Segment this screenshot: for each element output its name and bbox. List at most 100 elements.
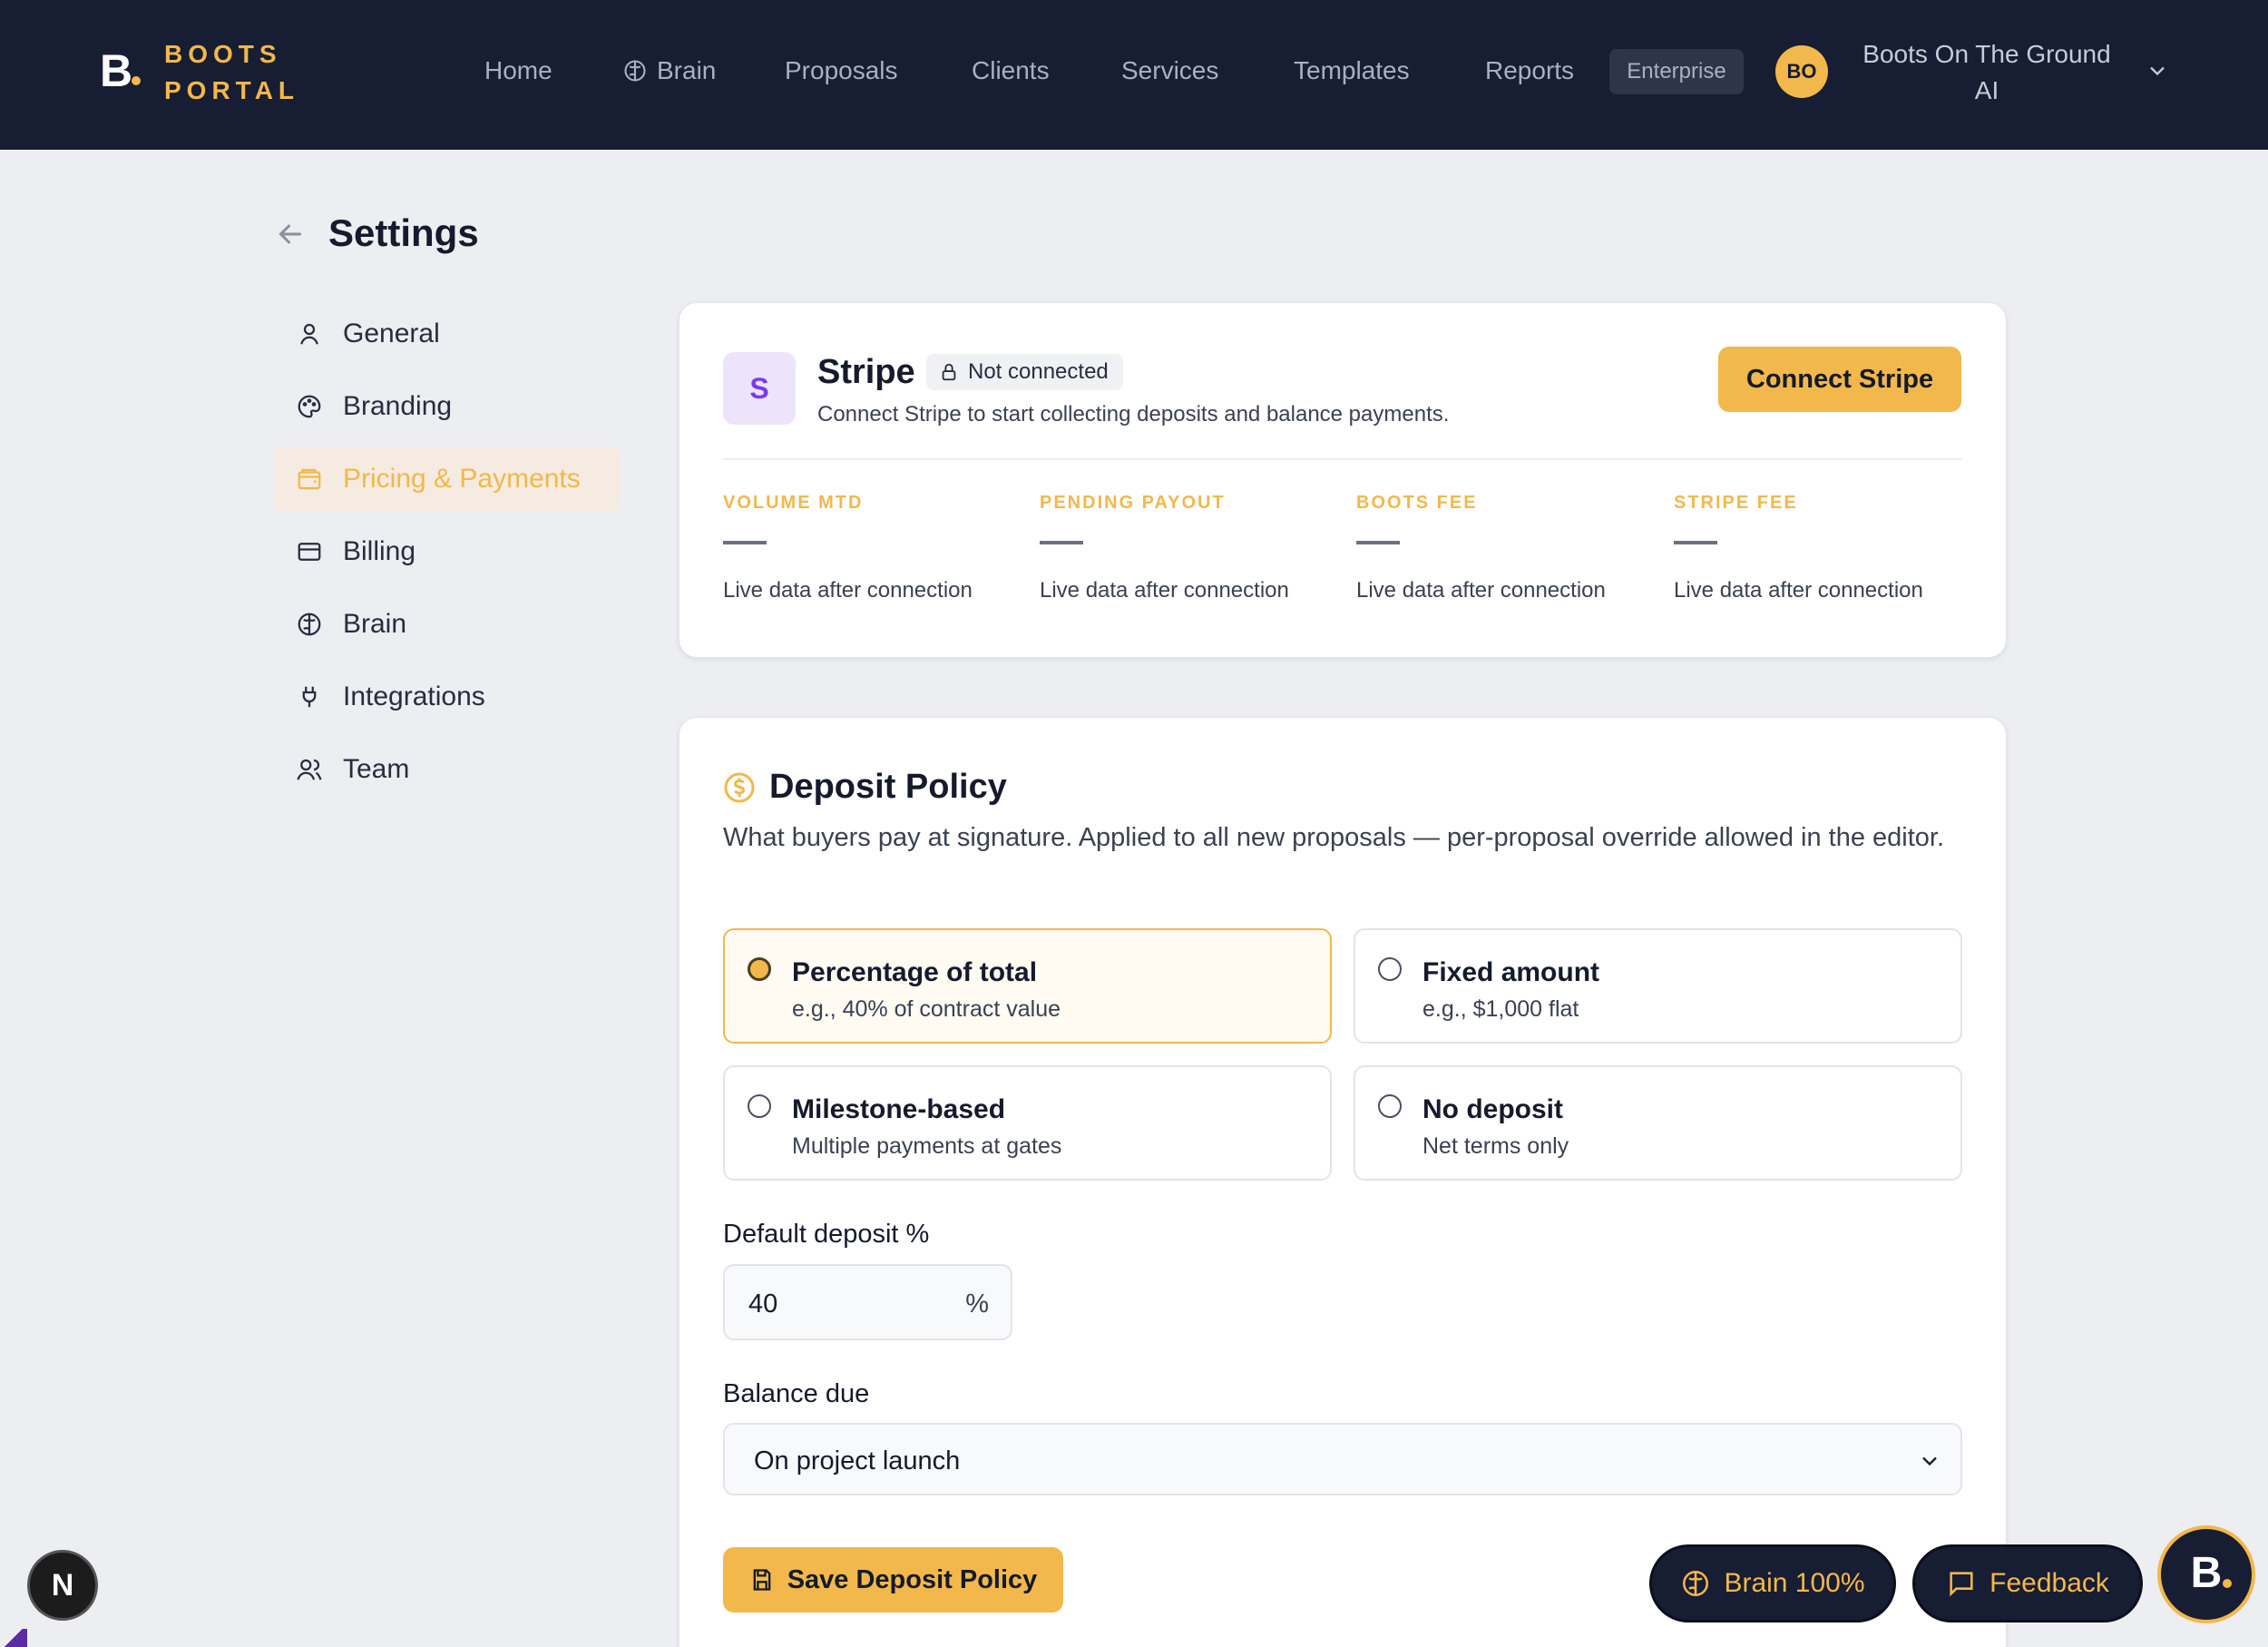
sidebar-item-label: Billing bbox=[343, 536, 416, 566]
nav-templates[interactable]: Templates bbox=[1294, 53, 1410, 89]
select-value: On project launch bbox=[754, 1446, 961, 1475]
deposit-policy-card bbox=[679, 717, 2007, 1647]
stat-value-placeholder bbox=[1040, 541, 1083, 544]
option-title: Milestone-based bbox=[792, 1094, 1006, 1124]
message-square-icon bbox=[1950, 1572, 1973, 1597]
brain-icon bbox=[298, 613, 321, 636]
feedback-button[interactable]: Feedback bbox=[1912, 1544, 2143, 1622]
option-fixed-amount[interactable]: Fixed amount e.g., $1,000 flat bbox=[1354, 928, 1962, 1044]
sidebar-item-label: Integrations bbox=[343, 681, 485, 711]
sidebar-item-label: Brain bbox=[343, 609, 407, 639]
radio-selected[interactable] bbox=[748, 957, 771, 981]
save-icon bbox=[753, 1569, 771, 1591]
chevron-down-icon[interactable] bbox=[2145, 58, 2170, 83]
brain-icon bbox=[1683, 1570, 1709, 1597]
nav-home-label: Home bbox=[484, 56, 552, 84]
sidebar-item-general[interactable]: General bbox=[274, 301, 621, 367]
option-milestone[interactable]: Milestone-based Multiple payments at gat… bbox=[723, 1065, 1332, 1181]
option-no-deposit[interactable]: No deposit Net terms only bbox=[1354, 1065, 1962, 1181]
option-sub: Multiple payments at gates bbox=[792, 1133, 1062, 1159]
balance-due-select[interactable]: On project launch bbox=[723, 1423, 1962, 1495]
default-deposit-input[interactable]: 40 % bbox=[723, 1264, 1012, 1340]
stripe-title: Stripe bbox=[817, 353, 915, 391]
corner-accent bbox=[0, 1629, 27, 1647]
logo-mark[interactable]: B bbox=[100, 42, 132, 100]
brain-icon bbox=[624, 60, 646, 82]
back-arrow-icon[interactable] bbox=[274, 218, 307, 250]
logo-line-1: BOOTS bbox=[164, 40, 282, 68]
stat-sub: Live data after connection bbox=[1674, 578, 1923, 603]
stat-label: VOLUME MTD bbox=[723, 493, 864, 513]
brain-status-button[interactable]: Brain 100% bbox=[1649, 1544, 1896, 1622]
nav-templates-label: Templates bbox=[1294, 56, 1410, 84]
nav-services-label: Services bbox=[1121, 56, 1219, 84]
user-icon bbox=[300, 323, 318, 345]
nav-proposals[interactable]: Proposals bbox=[785, 53, 898, 89]
connect-stripe-button[interactable]: Connect Stripe bbox=[1718, 347, 1961, 412]
stat-stripe-fee: STRIPE FEE Live data after connection bbox=[1674, 490, 1964, 606]
stat-value-placeholder bbox=[1674, 541, 1717, 544]
sidebar-item-team[interactable]: Team bbox=[274, 737, 621, 802]
stat-label: STRIPE FEE bbox=[1674, 493, 1798, 513]
option-title: Fixed amount bbox=[1422, 957, 1600, 987]
nav-brain[interactable]: Brain bbox=[622, 53, 716, 89]
input-suffix: % bbox=[965, 1289, 989, 1319]
input-value: 40 bbox=[748, 1289, 778, 1319]
option-title: Percentage of total bbox=[792, 957, 1038, 987]
nav-home[interactable]: Home bbox=[484, 53, 552, 89]
stat-sub: Live data after connection bbox=[723, 578, 973, 603]
option-title: No deposit bbox=[1422, 1094, 1563, 1124]
top-navbar: B BOOTS PORTAL Home Brain Proposals Clie… bbox=[0, 0, 2268, 150]
account-name[interactable]: Boots On The Ground AI bbox=[1851, 36, 2123, 109]
sidebar-item-label: Branding bbox=[343, 391, 453, 421]
radio[interactable] bbox=[1378, 957, 1402, 981]
radio[interactable] bbox=[748, 1094, 771, 1118]
assistant-launcher-dot bbox=[2223, 1579, 2232, 1588]
brain-status-label: Brain 100% bbox=[1724, 1568, 1865, 1598]
option-percentage[interactable]: Percentage of total e.g., 40% of contrac… bbox=[723, 928, 1332, 1044]
dev-tools-button[interactable]: N bbox=[27, 1550, 98, 1621]
nav-clients-label: Clients bbox=[972, 56, 1050, 84]
dollar-circle-icon bbox=[724, 772, 755, 803]
save-deposit-policy-button[interactable]: Save Deposit Policy bbox=[723, 1547, 1063, 1613]
assistant-launcher-button[interactable]: B bbox=[2157, 1525, 2255, 1623]
sidebar-item-branding[interactable]: Branding bbox=[274, 374, 621, 439]
section-description: What buyers pay at signature. Applied to… bbox=[723, 823, 1945, 852]
status-badge-label: Not connected bbox=[968, 359, 1109, 384]
plan-badge: Enterprise bbox=[1609, 49, 1744, 94]
stripe-description: Connect Stripe to start collecting depos… bbox=[817, 402, 1450, 426]
option-sub: e.g., $1,000 flat bbox=[1422, 996, 1579, 1022]
stat-label: PENDING PAYOUT bbox=[1040, 493, 1226, 513]
nav-clients[interactable]: Clients bbox=[972, 53, 1050, 89]
logo-line-2: PORTAL bbox=[164, 76, 300, 104]
feedback-label: Feedback bbox=[1989, 1568, 2109, 1598]
option-sub: Net terms only bbox=[1422, 1133, 1569, 1159]
section-title: Deposit Policy bbox=[769, 768, 1007, 806]
stat-volume-mtd: VOLUME MTD Live data after connection bbox=[723, 490, 1013, 606]
nav-services[interactable]: Services bbox=[1121, 53, 1218, 89]
sidebar-item-label: General bbox=[343, 319, 440, 348]
users-icon bbox=[297, 759, 322, 780]
nav-reports[interactable]: Reports bbox=[1485, 53, 1574, 89]
sidebar-item-billing[interactable]: Billing bbox=[274, 519, 621, 584]
stripe-logo: S bbox=[723, 352, 796, 425]
nav-reports-label: Reports bbox=[1485, 56, 1575, 84]
stat-value-placeholder bbox=[1356, 541, 1400, 544]
option-sub: e.g., 40% of contract value bbox=[792, 996, 1061, 1022]
plug-icon bbox=[302, 686, 317, 708]
avatar[interactable]: BO bbox=[1775, 45, 1828, 98]
nav-proposals-label: Proposals bbox=[785, 56, 898, 84]
status-badge: Not connected bbox=[926, 354, 1123, 390]
sidebar-item-pricing-payments[interactable]: Pricing & Payments bbox=[274, 446, 621, 512]
sidebar-item-brain[interactable]: Brain bbox=[274, 592, 621, 657]
sidebar-item-integrations[interactable]: Integrations bbox=[274, 664, 621, 730]
logo-wordmark[interactable]: BOOTS PORTAL bbox=[164, 36, 299, 109]
chevron-down-icon bbox=[1922, 1456, 1937, 1466]
stat-value-placeholder bbox=[723, 541, 767, 544]
sidebar-item-label: Pricing & Payments bbox=[343, 464, 581, 494]
radio[interactable] bbox=[1378, 1094, 1402, 1118]
default-deposit-label: Default deposit % bbox=[723, 1220, 930, 1249]
stat-sub: Live data after connection bbox=[1040, 578, 1289, 603]
nav-brain-label: Brain bbox=[657, 56, 717, 84]
stat-label: BOOTS FEE bbox=[1356, 493, 1478, 513]
